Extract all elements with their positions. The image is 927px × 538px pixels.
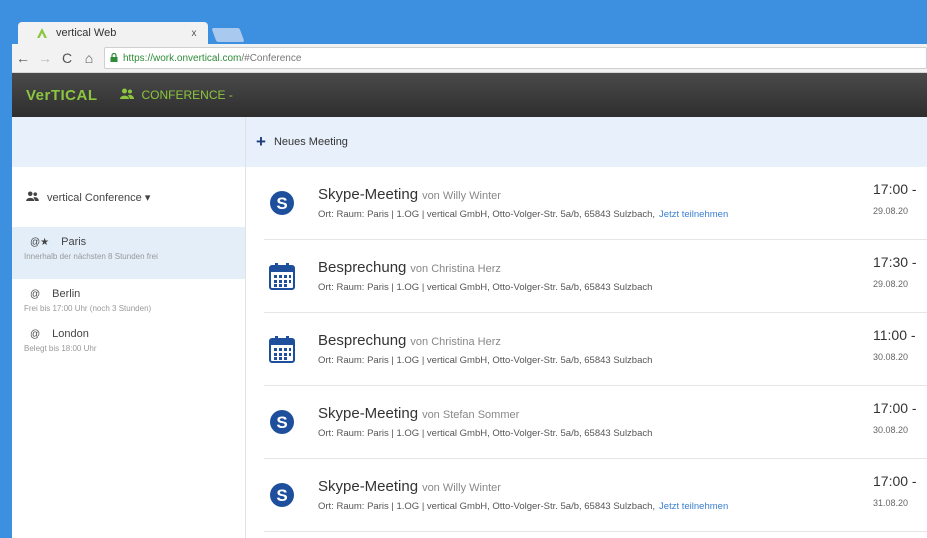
meeting-location: Ort: Raum: Paris | 1.OG | vertical GmbH,… <box>318 209 656 220</box>
room-icon: @ <box>30 329 41 340</box>
meeting-title: Skype-Meeting <box>318 405 419 422</box>
room-status: Frei bis 17:00 Uhr (noch 3 Stunden) <box>24 304 152 313</box>
svg-text:S: S <box>276 413 287 432</box>
users-icon <box>119 88 134 102</box>
room-name: London <box>52 328 89 340</box>
meeting-location: Ort: Raum: Paris | 1.OG | vertical GmbH,… <box>318 428 653 439</box>
room-name: Paris <box>61 236 87 248</box>
meeting-row[interactable]: Besprechung von Christina Herz Ort: Raum:… <box>264 313 927 386</box>
skype-icon: S <box>268 189 296 217</box>
forward-icon[interactable]: → <box>34 50 56 66</box>
sidebar-item-berlin[interactable]: @ Berlin Frei bis 17:00 Uhr (noch 3 Stund… <box>12 279 245 319</box>
svg-text:S: S <box>276 194 287 213</box>
lock-icon <box>105 52 123 64</box>
meeting-organizer: von Willy Winter <box>422 482 501 494</box>
meeting-location: Ort: Raum: Paris | 1.OG | vertical GmbH,… <box>318 355 653 366</box>
plus-icon: + <box>256 132 266 151</box>
conference-selector-label: vertical Conference ▾ <box>47 191 151 204</box>
address-bar[interactable]: https://work.onvertical.com/#Conference <box>104 47 927 69</box>
meeting-organizer: von Christina Herz <box>410 336 501 348</box>
join-now-link[interactable]: Jetzt teilnehmen <box>659 501 728 512</box>
sidebar-item-paris[interactable]: @★ Paris Innerhalb der nächsten 8 Stunden… <box>12 227 245 279</box>
meeting-date: 30.08.20 <box>873 352 909 362</box>
room-name: Berlin <box>52 288 81 300</box>
meeting-title: Besprechung <box>318 259 407 276</box>
meeting-title: Besprechung <box>318 332 407 349</box>
vertical-favicon-icon <box>36 27 48 39</box>
meeting-row[interactable]: S Skype-Meeting von Willy Winter Ort: Rau… <box>264 167 927 240</box>
meeting-date: 29.08.20 <box>873 279 909 289</box>
room-favorite-icon: @★ <box>30 237 50 248</box>
meeting-time: 11:00 - <box>873 327 916 343</box>
room-status: Innerhalb der nächsten 8 Stunden frei <box>24 252 158 261</box>
meeting-row[interactable]: S Skype-Meeting von Willy Winter Ort: Rau… <box>264 459 927 532</box>
skype-icon: S <box>268 408 296 436</box>
browser-toolbar: ← → C ⌂ https://work.onvertical.com/#Con… <box>12 44 927 73</box>
meeting-organizer: von Willy Winter <box>422 190 501 202</box>
tab-close-icon[interactable]: x <box>186 28 202 39</box>
browser-window: vertical Web x ← → C ⌂ https://work.onve… <box>12 12 927 538</box>
new-tab-button[interactable] <box>211 28 245 42</box>
url-path: /#Conference <box>241 52 302 64</box>
back-icon[interactable]: ← <box>12 50 34 66</box>
svg-text:S: S <box>276 486 287 505</box>
sidebar-header <box>12 117 245 167</box>
meeting-title: Skype-Meeting <box>318 478 419 495</box>
meeting-organizer: von Stefan Sommer <box>422 409 520 421</box>
calendar-icon <box>268 262 296 290</box>
conference-selector[interactable]: vertical Conference ▾ <box>12 167 245 227</box>
sidebar: vertical Conference ▾ @★ Paris Innerhalb … <box>12 117 246 538</box>
meeting-list: S Skype-Meeting von Willy Winter Ort: Rau… <box>246 167 927 532</box>
meeting-time: 17:00 - <box>873 181 917 197</box>
meeting-row[interactable]: S Skype-Meeting von Stefan Sommer Ort: Ra… <box>264 386 927 459</box>
users-icon <box>26 190 39 204</box>
skype-icon: S <box>268 481 296 509</box>
meeting-time: 17:30 - <box>873 254 917 270</box>
meeting-row[interactable]: Besprechung von Christina Herz Ort: Raum:… <box>264 240 927 313</box>
meeting-date: 31.08.20 <box>873 498 909 508</box>
main-toolbar: + Neues Meeting <box>246 117 927 167</box>
new-meeting-label: Neues Meeting <box>273 136 348 148</box>
meeting-organizer: von Christina Herz <box>410 263 501 275</box>
room-status: Belegt bis 18:00 Uhr <box>24 344 97 353</box>
main-content: + Neues Meeting S Skype-Meeting von Willy… <box>246 117 927 538</box>
meeting-date: 30.08.20 <box>873 425 909 435</box>
home-icon[interactable]: ⌂ <box>78 50 100 66</box>
vertical-logo[interactable]: VerTICAL <box>26 87 98 104</box>
meeting-date: 29.08.20 <box>873 206 909 216</box>
join-now-link[interactable]: Jetzt teilnehmen <box>659 209 728 220</box>
room-icon: @ <box>30 289 41 300</box>
conference-menu-label: CONFERENCE - <box>141 88 233 102</box>
meeting-time: 17:00 - <box>873 473 917 489</box>
calendar-icon <box>268 335 296 363</box>
reload-icon[interactable]: C <box>56 50 78 66</box>
new-meeting-button[interactable]: + Neues Meeting <box>256 132 348 152</box>
meeting-time: 17:00 - <box>873 400 917 416</box>
meeting-title: Skype-Meeting <box>318 186 419 203</box>
browser-tab[interactable]: vertical Web x <box>18 22 208 44</box>
meeting-location: Ort: Raum: Paris | 1.OG | vertical GmbH,… <box>318 282 653 293</box>
conference-menu[interactable]: CONFERENCE - <box>119 88 233 102</box>
sidebar-item-london[interactable]: @ London Belegt bis 18:00 Uhr <box>12 319 245 359</box>
tab-strip: vertical Web x <box>12 12 927 44</box>
tab-title: vertical Web <box>56 27 117 39</box>
meeting-location: Ort: Raum: Paris | 1.OG | vertical GmbH,… <box>318 501 656 512</box>
url-host: https://work.onvertical.com <box>123 52 242 64</box>
app-header: VerTICAL CONFERENCE - <box>12 73 927 117</box>
